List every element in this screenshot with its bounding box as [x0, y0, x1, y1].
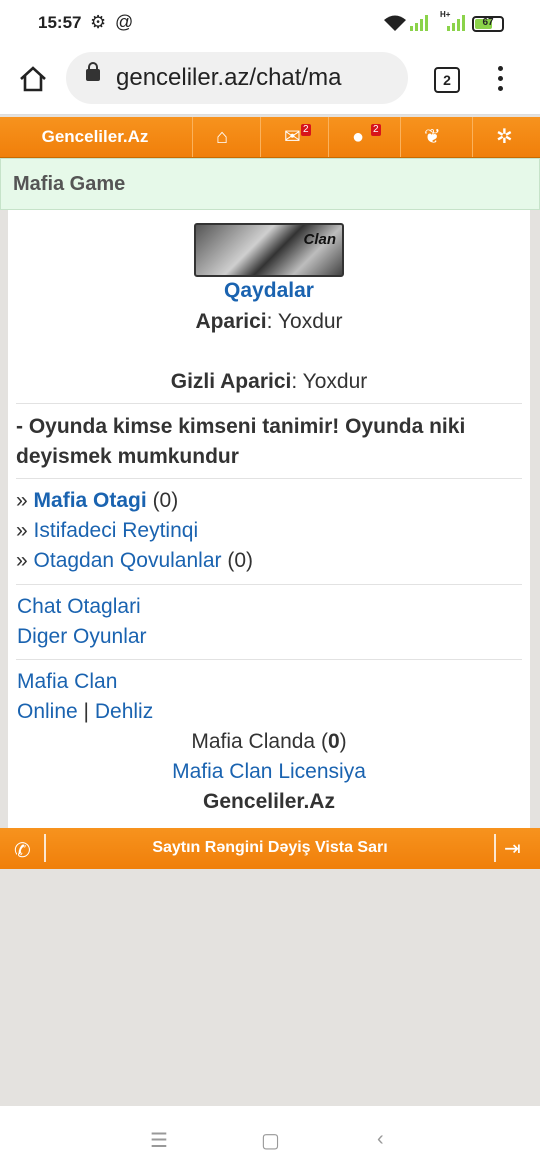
status-time: 15:57 — [38, 13, 82, 32]
other-games-link[interactable]: Diger Oyunlar — [17, 625, 147, 648]
status-bar: 15:57 ⚙ @ H+ 67 — [0, 0, 540, 46]
mafia-clan-logo: Clan — [194, 223, 344, 277]
nav-home[interactable]: ⌂ — [192, 117, 259, 157]
hidden-host-label: Gizli Aparici — [170, 370, 292, 393]
globe-icon: ● — [352, 126, 365, 148]
site-nav: Genceliler.Az ⌂ ✉ 2 ● 2 ❦ ✲ — [0, 117, 540, 158]
battery-icon: 67 — [472, 16, 504, 32]
at-sign-icon: @ — [115, 12, 134, 32]
kicked-count: (0) — [227, 549, 254, 572]
globe-badge: 2 — [371, 124, 381, 136]
browser-toolbar: genceliler.az/chat/ma 2 — [0, 46, 540, 115]
nav-globe[interactable]: ● 2 — [328, 117, 395, 157]
recents-icon[interactable]: ☰ — [150, 1128, 168, 1153]
footprints-icon: ❦ — [424, 126, 441, 148]
lock-icon — [86, 62, 100, 81]
footer-bar: ✆ Saytın Rəngini Dəyiş Vista Sarı ⇥ — [0, 828, 540, 869]
in-clan-prefix: Mafia Clanda ( — [191, 730, 328, 753]
logout-icon[interactable]: ⇥ — [504, 836, 521, 861]
more-menu-icon[interactable] — [498, 66, 504, 96]
signal-icon-2 — [447, 15, 465, 31]
logo-text: Clan — [303, 231, 336, 248]
mafia-room-link[interactable]: Mafia Otagi — [34, 489, 147, 512]
wifi-icon — [384, 15, 406, 31]
in-clan-count: 0 — [327, 730, 340, 753]
online-link[interactable]: Online — [17, 700, 78, 723]
battery-level: 67 — [482, 17, 494, 28]
user-rating-link[interactable]: Istifadeci Reytinqi — [34, 519, 199, 542]
page-title-bar: Mafia Game — [0, 158, 540, 210]
home-square-icon[interactable]: ▢ — [261, 1128, 280, 1153]
page-title: Mafia Game — [13, 173, 126, 195]
mail-icon: ✉ — [284, 126, 301, 148]
hidden-host-value: : Yoxdur — [291, 370, 368, 393]
host-label: Aparici — [195, 310, 267, 333]
phone-icon[interactable]: ✆ — [14, 838, 31, 863]
home-icon[interactable] — [18, 64, 48, 94]
nav-mail[interactable]: ✉ 2 — [260, 117, 327, 157]
nav-footprints[interactable]: ❦ — [400, 117, 467, 157]
signal-icon — [410, 15, 428, 31]
change-color-link[interactable]: Saytın Rəngini Dəyiş Vista Sarı — [46, 839, 494, 857]
mail-badge: 2 — [301, 124, 311, 136]
game-notice: - Oyunda kimse kimseni tanimir! Oyunda n… — [16, 415, 466, 468]
url-bar[interactable]: genceliler.az/chat/ma — [66, 52, 408, 104]
url-text[interactable]: genceliler.az/chat/ma — [116, 64, 402, 92]
host-value: : Yoxdur — [266, 310, 343, 333]
nav-settings[interactable]: ✲ — [472, 117, 539, 157]
clan-license-link[interactable]: Mafia Clan Licensiya — [172, 760, 366, 783]
gear-icon: ✲ — [496, 126, 513, 148]
lobby-link[interactable]: Dehliz — [95, 700, 153, 723]
site-name-footer: Genceliler.Az — [203, 790, 335, 813]
site-brand-link[interactable]: Genceliler.Az — [0, 117, 190, 157]
kicked-users-link[interactable]: Otagdan Qovulanlar — [34, 549, 222, 572]
chat-rooms-link[interactable]: Chat Otaglari — [17, 595, 141, 618]
mafia-room-count: (0) — [152, 489, 179, 512]
android-nav-bar: ☰ ▢ ‹ — [0, 1106, 540, 1170]
rules-link[interactable]: Qaydalar — [224, 279, 314, 302]
tab-switcher-button[interactable]: 2 — [434, 67, 460, 93]
mafia-clan-link[interactable]: Mafia Clan — [17, 670, 117, 693]
main-content: Clan Qaydalar Aparici: Yoxdur Gizli Apar… — [8, 210, 530, 828]
home-icon: ⌂ — [216, 126, 229, 148]
back-icon[interactable]: ‹ — [377, 1128, 384, 1151]
settings-gear-icon: ⚙ — [90, 12, 107, 32]
